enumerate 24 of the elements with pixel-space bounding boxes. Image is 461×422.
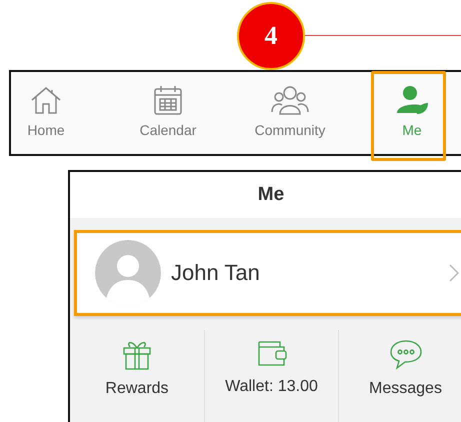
tab[interactable]: Home xyxy=(0,72,107,154)
shortcut-item[interactable]: Wallet: 13.00 xyxy=(204,330,338,422)
step-badge: 4 xyxy=(237,2,305,70)
calendar-icon xyxy=(153,84,183,116)
tab-label: Calendar xyxy=(140,122,196,138)
tab[interactable]: Community xyxy=(229,72,351,154)
person-leaf-icon xyxy=(395,85,429,115)
people-icon xyxy=(269,85,311,115)
shortcut-label: Rewards xyxy=(105,380,169,398)
profile-row[interactable]: John Tan xyxy=(74,230,461,316)
tab-label: Home xyxy=(27,122,65,138)
shortcut-item[interactable]: Messages xyxy=(338,330,461,422)
home-icon xyxy=(29,85,63,115)
shortcut-item[interactable]: Rewards xyxy=(70,330,204,422)
screen-title: Me xyxy=(258,184,284,206)
profile-name: John Tan xyxy=(171,260,261,286)
tab[interactable]: Calendar xyxy=(107,72,229,154)
shortcut-label: Messages xyxy=(369,380,442,398)
chat-icon xyxy=(388,338,422,370)
avatar-icon xyxy=(95,240,161,306)
tab-label: Community xyxy=(254,122,326,138)
chevron-icon xyxy=(449,264,459,282)
tab-label: Me xyxy=(402,122,422,138)
shortcut-label: Wallet: 13.00 xyxy=(225,378,318,396)
